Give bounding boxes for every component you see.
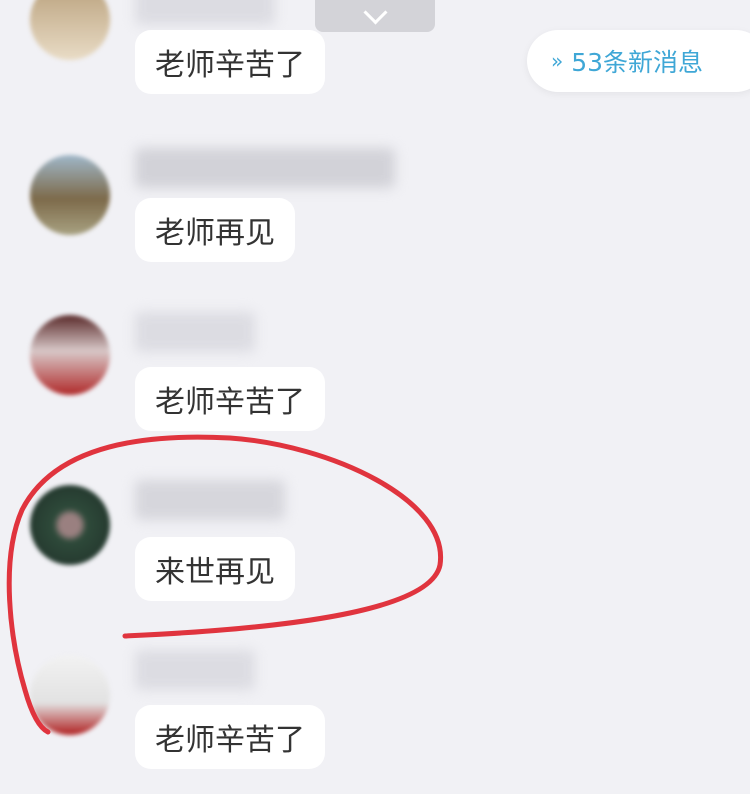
sender-name-blurred xyxy=(135,650,255,690)
message-bubble[interactable]: 老师辛苦了 xyxy=(135,705,325,769)
avatar[interactable] xyxy=(30,0,110,60)
new-messages-label: 53条新消息 xyxy=(571,48,704,77)
sender-name-blurred xyxy=(135,480,285,520)
avatar[interactable] xyxy=(30,315,110,395)
avatar[interactable] xyxy=(30,485,110,565)
chevron-down-icon xyxy=(362,0,388,25)
scroll-to-bottom-button[interactable] xyxy=(315,0,435,32)
sender-name-blurred xyxy=(135,148,395,188)
message-bubble[interactable]: 老师辛苦了 xyxy=(135,367,325,431)
message-bubble[interactable]: 老师辛苦了 xyxy=(135,30,325,94)
avatar[interactable] xyxy=(30,155,110,235)
double-chevron-up-icon: » xyxy=(551,49,564,73)
new-messages-badge[interactable]: » 53条新消息 xyxy=(527,30,750,92)
sender-name-blurred xyxy=(135,0,275,25)
avatar[interactable] xyxy=(30,655,110,735)
message-bubble[interactable]: 来世再见 xyxy=(135,537,295,601)
red-circle-annotation xyxy=(6,434,443,735)
message-bubble[interactable]: 老师再见 xyxy=(135,198,295,262)
sender-name-blurred xyxy=(135,312,255,352)
